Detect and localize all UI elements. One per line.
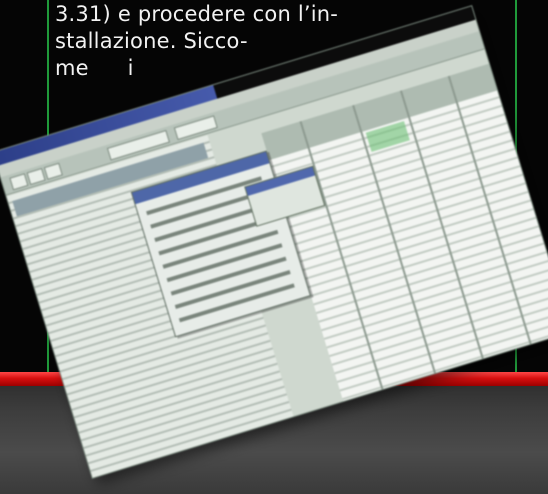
article-line-1: 3.31) e procedere con l’in- <box>55 2 339 26</box>
toolbar-button-icon <box>26 167 46 186</box>
screenshot-data-table <box>261 63 548 402</box>
column-divider <box>447 75 532 345</box>
column-divider <box>399 90 484 359</box>
toolbar-button-icon <box>9 173 29 191</box>
article-line-2: stallazione. Sicco- <box>55 29 248 53</box>
toolbar-button-icon <box>43 162 63 180</box>
